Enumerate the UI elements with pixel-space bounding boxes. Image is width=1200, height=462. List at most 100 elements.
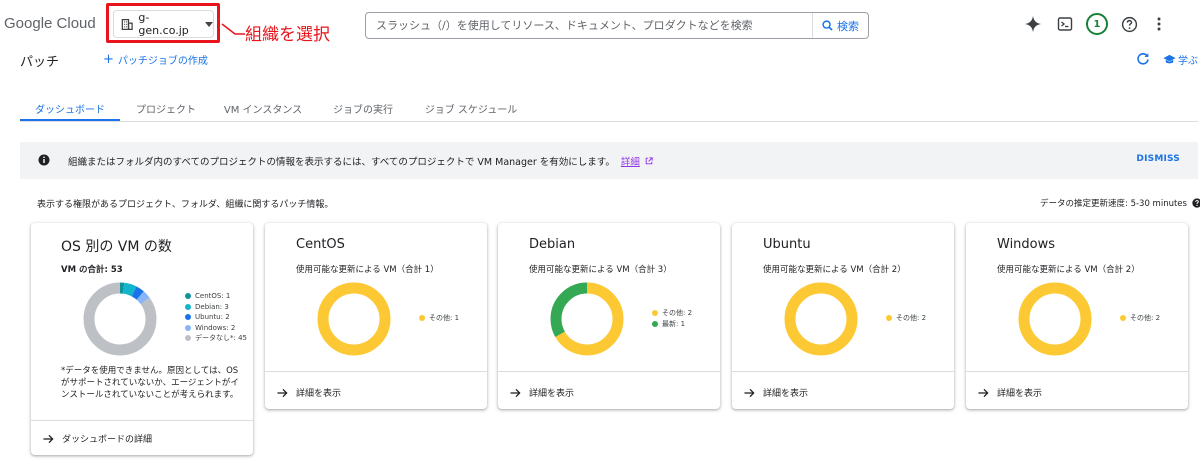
debian-legend: その他: 2 最新: 1 — [652, 308, 692, 329]
os-card-footer: ダッシュボードの詳細 — [31, 420, 253, 455]
dismiss-button[interactable]: DISMISS — [1136, 154, 1180, 164]
windows-card-title: Windows — [997, 237, 1056, 252]
refresh-icon[interactable] — [1136, 52, 1150, 66]
tab-job-runs[interactable]: ジョブの実行 — [324, 95, 402, 121]
page-title: パッチ — [20, 55, 60, 70]
legend-item-other: その他: 2 — [886, 313, 926, 324]
legend-dot-ubuntu — [185, 314, 191, 321]
centos-card: CentOS 使用可能な更新による VM（合計 1） その他: 1 詳細を表示 — [265, 223, 487, 409]
debian-view-details-link[interactable]: 詳細を表示 — [510, 386, 574, 399]
ubuntu-donut-chart — [784, 282, 858, 356]
search-input[interactable] — [366, 13, 812, 38]
view-details-label: 詳細を表示 — [763, 389, 809, 399]
donut-slice-0 — [317, 282, 391, 356]
ubuntu-card-title: Ubuntu — [763, 237, 811, 252]
legend-label-other: その他: 1 — [429, 314, 460, 323]
info-banner: 組織またはフォルダ内のすべてのプロジェクトの情報を表示するには、すべてのプロジェ… — [20, 142, 1198, 179]
legend-dot-latest — [652, 320, 658, 327]
tab-bar: ダッシュボード プロジェクト VM インスタンス ジョブの実行 ジョブ スケジュ… — [20, 95, 1198, 122]
ubuntu-card-footer: 詳細を表示 — [732, 371, 954, 409]
legend-label-latest: 最新: 1 — [662, 319, 686, 328]
arrow-forward-icon — [510, 388, 521, 397]
legend-label-other: その他: 2 — [896, 314, 927, 323]
arrow-forward-icon — [744, 388, 755, 397]
legend-item-other: その他: 2 — [652, 308, 692, 319]
debian-donut-chart — [550, 282, 624, 356]
search-bar: 検索 — [365, 12, 869, 39]
learn-label: 学ぶ — [1178, 56, 1198, 67]
legend-item-other: その他: 2 — [1120, 313, 1160, 324]
os-legend: CentOS: 1 Debian: 3 Ubuntu: 2 Windows: 2… — [185, 291, 247, 344]
org-picker-button[interactable]: g-gen.co.jp — [113, 10, 214, 38]
legend-label-debian: Debian: 3 — [195, 302, 229, 311]
ubuntu-card: Ubuntu 使用可能な更新による VM（合計 2） その他: 2 詳細を表示 — [732, 223, 954, 409]
help-icon[interactable] — [1118, 13, 1140, 35]
legend-item-debian: Debian: 3 — [185, 302, 247, 313]
google-cloud-logo[interactable]: Google Cloud — [4, 15, 96, 32]
centos-legend: その他: 1 — [419, 313, 459, 324]
os-card-total: VM の合計: 53 — [61, 265, 123, 275]
ubuntu-card-subtitle: 使用可能な更新による VM（合計 2） — [763, 265, 906, 275]
tab-vm-instances[interactable]: VM インスタンス — [218, 95, 308, 121]
no-data-note: *データを使用できません。原因としては、OS がサポートされていないか、エージェ… — [61, 366, 239, 400]
legend-item-centos: CentOS: 1 — [185, 291, 247, 302]
school-icon — [1163, 54, 1176, 64]
legend-dot-windows — [185, 324, 191, 331]
legend-item-other: その他: 1 — [419, 313, 459, 324]
windows-view-details-link[interactable]: 詳細を表示 — [978, 386, 1042, 399]
search-icon — [822, 20, 833, 31]
centos-donut-chart — [317, 282, 391, 356]
tab-job-schedule[interactable]: ジョブ スケジュール — [416, 95, 526, 121]
notification-badge[interactable]: 1 — [1086, 13, 1108, 35]
dropdown-caret-icon — [205, 21, 213, 27]
legend-label-ubuntu: Ubuntu: 2 — [195, 313, 230, 322]
legend-item-ubuntu: Ubuntu: 2 — [185, 312, 247, 323]
legend-label-nodata: データなし*: 45 — [195, 334, 247, 343]
legend-dot-nodata — [185, 335, 191, 342]
windows-card-footer: 詳細を表示 — [966, 371, 1188, 409]
legend-dot-other — [1120, 315, 1126, 322]
legend-label-windows: Windows: 2 — [195, 323, 236, 332]
more-vert-icon[interactable] — [1148, 13, 1170, 35]
search-button[interactable]: 検索 — [812, 13, 868, 38]
donut-slice-0 — [1018, 282, 1092, 356]
tab-dashboard[interactable]: ダッシュボード — [20, 95, 120, 121]
os-summary-card: OS 別の VM の数 VM の合計: 53 CentOS: 1 Debian:… — [31, 223, 253, 455]
windows-legend: その他: 2 — [1120, 313, 1160, 324]
dashboard-details-label: ダッシュボードの詳細 — [62, 435, 153, 445]
building-icon — [121, 18, 133, 30]
learn-button[interactable]: 学ぶ — [1163, 52, 1198, 67]
plus-icon: + — [103, 51, 114, 67]
update-rate: データの推定更新速度: 5-30 minutes — [1040, 197, 1200, 209]
arrow-forward-icon — [277, 388, 288, 397]
cloud-shell-icon[interactable] — [1054, 13, 1076, 35]
banner-details-link[interactable]: 詳細 — [621, 157, 640, 168]
donut-slice-0 — [784, 282, 858, 356]
create-patch-job-button[interactable]: + パッチジョブの作成 — [103, 51, 208, 68]
gemini-spark-icon[interactable] — [1022, 13, 1044, 35]
debian-card-title: Debian — [529, 237, 576, 252]
dashboard-details-link[interactable]: ダッシュボードの詳細 — [43, 432, 152, 445]
debian-card: Debian 使用可能な更新による VM（合計 3） その他: 2 最新: 1 … — [498, 223, 720, 409]
legend-dot-other — [419, 315, 425, 322]
debian-card-subtitle: 使用可能な更新による VM（合計 3） — [529, 265, 672, 275]
ubuntu-view-details-link[interactable]: 詳細を表示 — [744, 386, 808, 399]
view-details-label: 詳細を表示 — [997, 389, 1043, 399]
windows-donut-chart — [1018, 282, 1092, 356]
ubuntu-legend: その他: 2 — [886, 313, 926, 324]
arrow-forward-icon — [43, 434, 54, 443]
centos-card-title: CentOS — [296, 237, 345, 252]
help-circle-icon[interactable] — [1192, 198, 1200, 208]
windows-card: Windows 使用可能な更新による VM（合計 2） その他: 2 詳細を表示 — [966, 223, 1188, 409]
create-patch-job-label: パッチジョブの作成 — [117, 56, 208, 67]
logo-cloud-text: Cloud — [52, 15, 96, 32]
centos-card-footer: 詳細を表示 — [265, 371, 487, 409]
legend-dot-other — [652, 310, 658, 317]
legend-label-other: その他: 2 — [1130, 314, 1161, 323]
os-card-title: OS 別の VM の数 — [61, 239, 172, 255]
banner-message: 組織またはフォルダ内のすべてのプロジェクトの情報を表示するには、すべてのプロジェ… — [68, 154, 653, 168]
legend-dot-centos — [185, 293, 191, 300]
centos-view-details-link[interactable]: 詳細を表示 — [277, 386, 341, 399]
callout-arrow-icon — [221, 23, 245, 35]
tab-projects[interactable]: プロジェクト — [126, 95, 206, 121]
